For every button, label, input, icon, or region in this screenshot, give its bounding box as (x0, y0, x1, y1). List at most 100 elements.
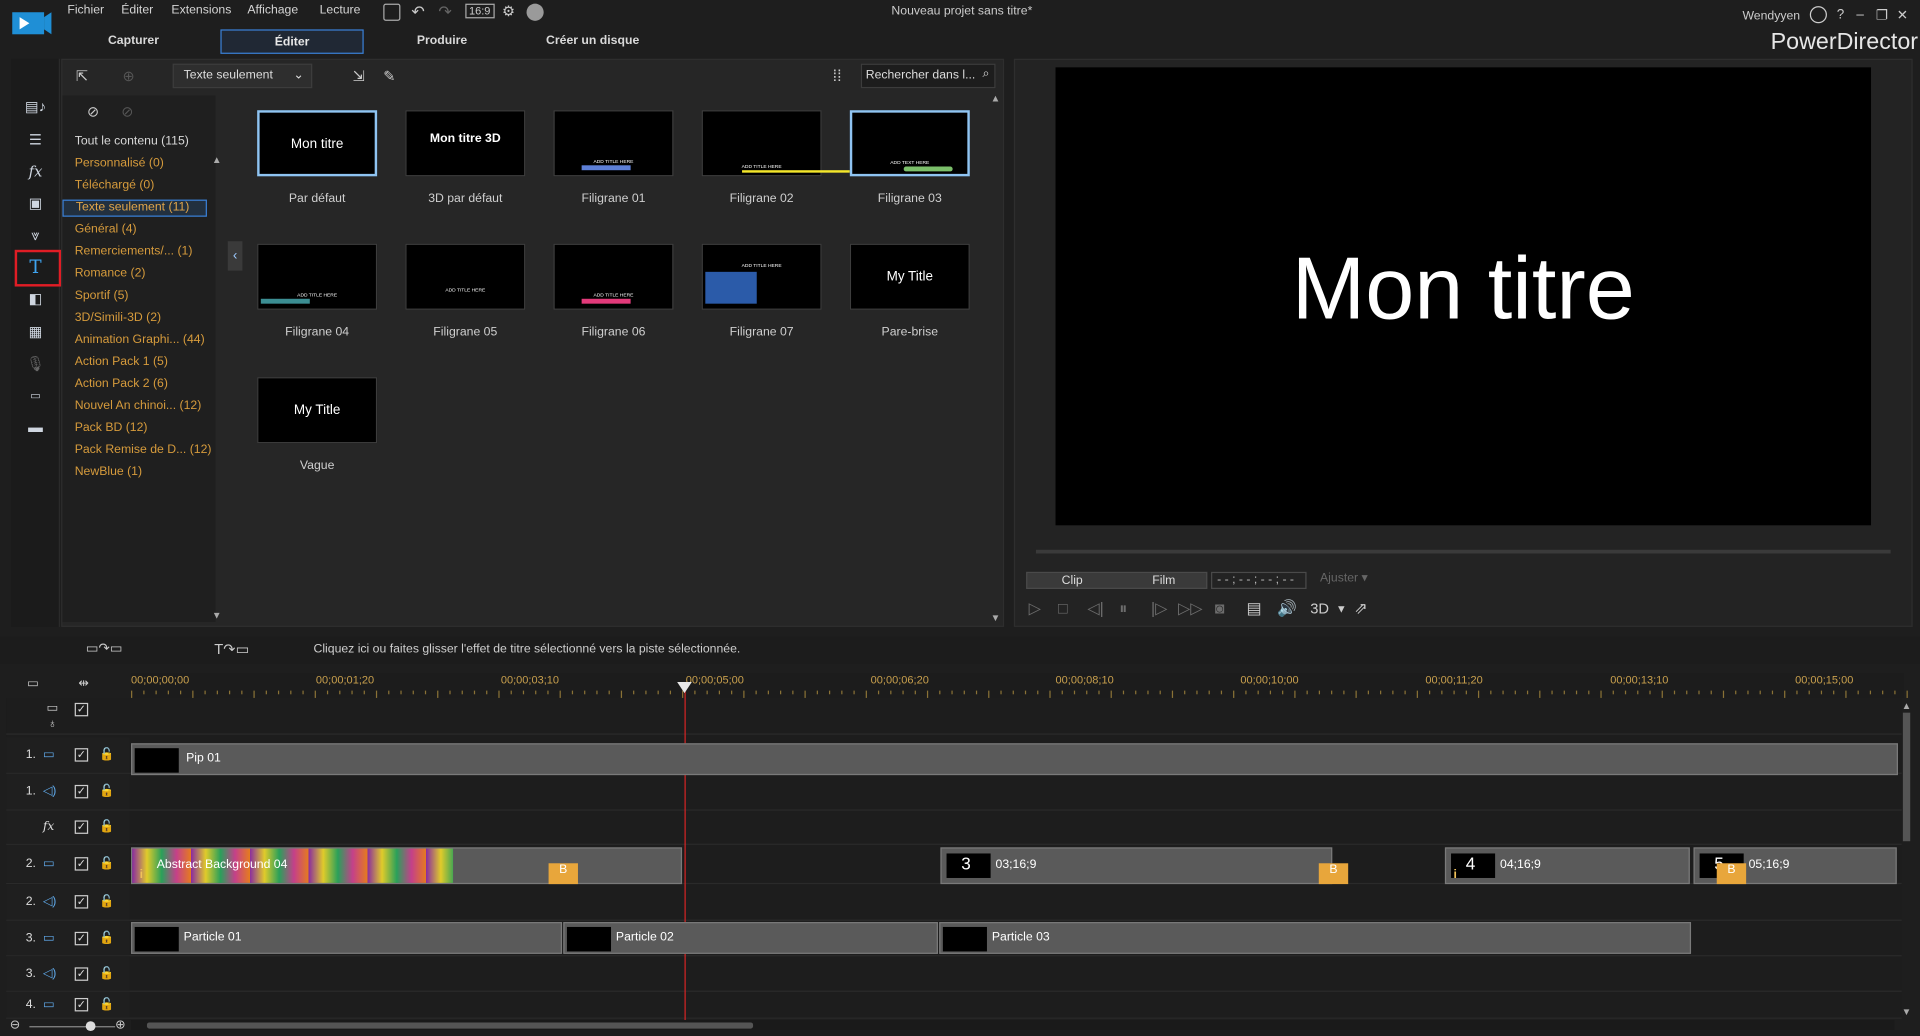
track-enable-checkbox[interactable]: ✓ (74, 857, 89, 871)
category-item[interactable]: Sportif (5) (75, 289, 129, 302)
scroll-up-icon[interactable]: ▲ (212, 154, 222, 165)
template-thumbnail[interactable]: My Title (257, 377, 378, 444)
view-grid-icon[interactable]: ⁞⁞ (833, 66, 842, 84)
category-item[interactable]: Action Pack 2 (6) (75, 377, 168, 390)
redo-icon[interactable]: ↷ (438, 2, 451, 22)
title-clip[interactable]: 4 04;16;9 i (1444, 847, 1690, 885)
tab-produire[interactable]: Produire (371, 29, 513, 53)
add-tag-icon[interactable]: ⊘ (87, 103, 99, 120)
template-thumbnail[interactable]: ADD TITLE HERE (701, 110, 860, 177)
zoom-slider[interactable] (29, 1026, 116, 1028)
pause-icon[interactable]: ⏸ (1119, 599, 1127, 619)
preview-screen[interactable]: Mon titre (1055, 67, 1872, 526)
category-item[interactable]: Animation Graphi... (44) (75, 333, 205, 346)
film-mode-button[interactable]: Film (1152, 574, 1175, 587)
upgrade-icon[interactable] (526, 3, 544, 21)
track-lock-icon[interactable]: 🔓 (99, 857, 114, 870)
undo-icon[interactable]: ↶ (411, 2, 424, 22)
template-thumbnail[interactable]: ADD TEXT HERE (849, 110, 970, 177)
zoom-out-icon[interactable]: ⊖ (10, 1019, 20, 1032)
template-thumbnail[interactable]: ADD TITLE HERE (701, 243, 822, 310)
modify-icon[interactable]: ✎ (383, 67, 395, 84)
import-media-icon[interactable]: ⇱ (76, 67, 88, 84)
track-lock-icon[interactable]: 🔓 (99, 785, 114, 798)
playhead-handle[interactable] (677, 682, 692, 694)
menu-affichage[interactable]: Affichage (247, 4, 298, 17)
scroll-down-icon[interactable]: ▼ (1902, 1007, 1912, 1018)
stop-icon[interactable]: □ (1058, 599, 1068, 617)
track-manager-icon[interactable]: ▭ (27, 677, 39, 690)
timeline-ruler[interactable]: 00;00;00;00 00;00;01;20 00;00;03;10 00;00;0… (131, 673, 1908, 698)
track-lock-icon[interactable]: 🔓 (99, 967, 114, 980)
category-item[interactable]: Texte seulement (11) (62, 199, 207, 217)
scroll-up-icon[interactable]: ▲ (1902, 700, 1912, 711)
tab-editer[interactable]: Éditer (220, 29, 364, 54)
prev-frame-icon[interactable]: ◁| (1087, 599, 1103, 619)
category-item[interactable]: Action Pack 1 (5) (75, 355, 168, 368)
volume-icon[interactable]: 🔊 (1277, 599, 1297, 619)
aspect-ratio-button[interactable]: 16:9 (465, 3, 495, 19)
close-icon[interactable]: ✕ (1897, 7, 1908, 24)
next-frame-icon[interactable]: |▷ (1151, 599, 1167, 619)
template-thumbnail[interactable]: My Title (849, 243, 970, 310)
vscroll-thumb[interactable] (1902, 712, 1911, 842)
category-scrollbar[interactable]: ▲ ▼ (212, 154, 222, 622)
library-search-input[interactable]: Rechercher dans l... ⌕ (860, 63, 996, 89)
download-icon[interactable]: ⊕ (122, 67, 134, 84)
timeline-vscrollbar[interactable]: ▲ ▼ (1902, 700, 1912, 1018)
undock-icon[interactable]: ⇗ (1354, 599, 1367, 619)
template-thumbnail[interactable]: ADD TITLE HERE (405, 243, 526, 310)
media-room-icon[interactable]: ▤♪ (23, 96, 47, 118)
track-lock-icon[interactable]: 🔓 (99, 748, 114, 761)
help-icon[interactable]: ? (1837, 7, 1845, 22)
track-enable-checkbox[interactable]: ✓ (74, 784, 89, 799)
play-icon[interactable]: ▷ (1029, 599, 1041, 619)
track-enable-checkbox[interactable]: ✓ (74, 820, 89, 834)
fx-room-icon[interactable]: fx (23, 160, 47, 182)
timeline-hscroll-thumb[interactable] (146, 1022, 754, 1029)
playhead[interactable] (684, 683, 686, 1021)
particle-room-icon[interactable]: ⩔ (23, 224, 47, 246)
clip-film-toggle[interactable]: Clip Film (1026, 571, 1208, 589)
track-enable-checkbox[interactable]: ✓ (74, 997, 89, 1012)
tab-capturer[interactable]: Capturer (61, 29, 205, 53)
chevron-down-icon[interactable]: ▼ (1336, 602, 1347, 614)
category-item[interactable]: Pack BD (12) (75, 421, 148, 434)
clip-mode-button[interactable]: Clip (1062, 574, 1083, 587)
title-clip[interactable]: 3 03;16;9 B (940, 847, 1349, 885)
restore-icon[interactable]: ❐ (1876, 7, 1888, 24)
user-name[interactable]: Wendyyen (1742, 10, 1800, 23)
insert-clip-icon[interactable]: ▭↷▭ (86, 640, 123, 657)
track-lock-icon[interactable]: 🔓 (99, 895, 114, 908)
voice-record-icon[interactable]: 🎙 (23, 353, 47, 375)
category-item[interactable]: Pack Remise de D... (12) (75, 443, 212, 456)
track-enable-checkbox[interactable]: ✓ (74, 702, 89, 717)
fast-forward-icon[interactable]: ▷▷ (1178, 599, 1202, 619)
settings-gear-icon[interactable]: ⚙ (502, 2, 515, 19)
category-item[interactable]: Tout le contenu (115) (75, 135, 189, 148)
user-avatar-icon[interactable] (1809, 6, 1827, 24)
category-item[interactable]: NewBlue (1) (75, 465, 142, 478)
menu-lecture[interactable]: Lecture (320, 4, 361, 17)
template-thumbnail[interactable]: ADD TITLE HERE (553, 110, 674, 177)
fit-timeline-icon[interactable]: ⇹ (78, 677, 88, 690)
track-enable-checkbox[interactable]: ✓ (74, 967, 89, 981)
track-enable-checkbox[interactable]: ✓ (74, 748, 89, 762)
minimize-icon[interactable]: – (1856, 7, 1864, 22)
pip-clip[interactable]: Pip 01 (131, 743, 1898, 776)
category-item[interactable]: 3D/Simili-3D (2) (75, 311, 161, 324)
particle-clip[interactable]: Particle 03 (939, 922, 1692, 954)
template-thumbnail[interactable]: Mon titre 3D (405, 110, 526, 177)
preview-seekbar[interactable] (1035, 549, 1891, 554)
fit-dropdown[interactable]: Ajuster ▾ (1310, 572, 1393, 589)
menu-fichier[interactable]: Fichier (67, 4, 104, 17)
scroll-up-icon[interactable]: ▲ (991, 93, 1001, 104)
snapshot-icon[interactable]: ◙ (1215, 599, 1225, 617)
category-item[interactable]: Général (4) (75, 223, 137, 236)
track-lock-icon[interactable]: 🔓 (99, 932, 114, 945)
video-clip-abstract-background[interactable]: Abstract Background 04 i B (131, 847, 683, 885)
tab-creer-disque[interactable]: Créer un disque (520, 29, 664, 53)
audio-mix-room-icon[interactable]: ▦ (23, 321, 47, 343)
particle-clip[interactable]: Particle 02 (563, 922, 938, 954)
menu-extensions[interactable]: Extensions (171, 4, 231, 17)
